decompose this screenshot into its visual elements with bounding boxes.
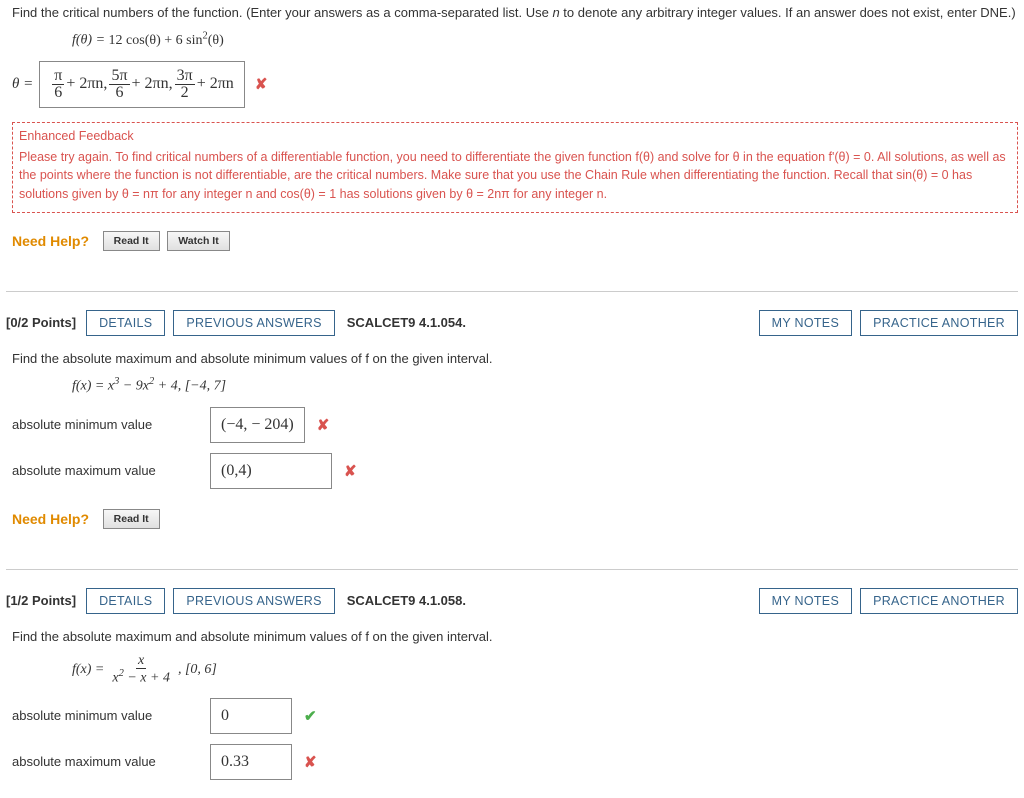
frac-num: 3π [175, 68, 195, 85]
correct-icon: ✔ [304, 707, 317, 725]
q3-prompt: Find the absolute maximum and absolute m… [12, 628, 1018, 646]
ans-seg: + 2πn, [132, 75, 173, 93]
need-help-row: Need Help? Read It [12, 503, 1018, 543]
frac-den: 6 [113, 85, 125, 101]
incorrect-icon: ✘ [344, 462, 357, 480]
need-help-label: Need Help? [12, 233, 89, 249]
q3-function: f(x) = x x2 − x + 4 , [0, 6] [72, 654, 1018, 686]
den-seg: − x + 4 [124, 671, 170, 686]
q1-function: f(θ) = 12 cos(θ) + 6 sin2(θ) [72, 30, 1018, 49]
read-it-button[interactable]: Read It [103, 231, 160, 251]
frac-den: 2 [179, 85, 191, 101]
frac: x x2 − x + 4 [110, 654, 172, 686]
need-help-label: Need Help? [12, 511, 89, 527]
frac-num: π [52, 68, 64, 85]
need-help-row: Need Help? Read It Watch It [12, 225, 1018, 265]
q2-min-input[interactable]: (−4, − 204) [210, 407, 305, 443]
fn-interval: , [0, 6] [178, 662, 217, 678]
fn-seg: f(x) = x [72, 379, 114, 394]
q1-prompt-n: n [552, 5, 559, 20]
q3-header: [1/2 Points] DETAILS PREVIOUS ANSWERS SC… [6, 570, 1018, 624]
points-label: [0/2 Points] [6, 315, 76, 330]
ans-seg: + 2πn [197, 75, 234, 93]
q1-answer-input[interactable]: π6 + 2πn, 5π6 + 2πn, 3π2 + 2πn [39, 61, 245, 108]
source-label: SCALCET9 4.1.054. [347, 315, 466, 330]
q2-min-row: absolute minimum value (−4, − 204) ✘ [12, 407, 1018, 443]
q2-max-row: absolute maximum value (0,4) ✘ [12, 453, 1018, 489]
details-button[interactable]: DETAILS [86, 588, 165, 614]
min-label: absolute minimum value [12, 708, 202, 723]
feedback-title: Enhanced Feedback [19, 127, 1011, 146]
points-label: [1/2 Points] [6, 593, 76, 608]
frac: 3π2 [175, 68, 195, 101]
q3-max-input[interactable]: 0.33 [210, 744, 292, 780]
question-2: Find the absolute maximum and absolute m… [6, 350, 1018, 551]
q1-theta-eq: θ = [12, 76, 33, 93]
my-notes-button[interactable]: MY NOTES [759, 310, 852, 336]
q1-fn-tail: (θ) [208, 33, 224, 48]
q2-function: f(x) = x3 − 9x2 + 4, [−4, 7] [72, 376, 1018, 395]
fn-seg: − 9x [119, 379, 149, 394]
q1-fn-prefix: f(θ) = [72, 33, 109, 48]
max-label: absolute maximum value [12, 463, 202, 478]
q1-fn-body: 12 cos(θ) + 6 sin2(θ) [109, 33, 224, 48]
question-1: Find the critical numbers of the functio… [6, 4, 1018, 273]
ans-seg: + 2πn, [66, 75, 107, 93]
q2-prompt: Find the absolute maximum and absolute m… [12, 350, 1018, 368]
q1-fn-rest: 12 cos(θ) + 6 sin [109, 33, 203, 48]
frac-num: 5π [109, 68, 129, 85]
q1-prompt-b: to denote any arbitrary integer values. … [560, 5, 1016, 20]
details-button[interactable]: DETAILS [86, 310, 165, 336]
q2-max-input[interactable]: (0,4) [210, 453, 332, 489]
incorrect-icon: ✘ [317, 416, 330, 434]
enhanced-feedback: Enhanced Feedback Please try again. To f… [12, 122, 1018, 213]
min-label: absolute minimum value [12, 417, 202, 432]
q1-answer-row: θ = π6 + 2πn, 5π6 + 2πn, 3π2 + 2πn ✘ [12, 61, 1018, 108]
q1-prompt: Find the critical numbers of the functio… [12, 4, 1018, 22]
read-it-button[interactable]: Read It [103, 509, 160, 529]
max-label: absolute maximum value [12, 754, 202, 769]
fn-seg: + 4, [−4, 7] [154, 379, 226, 394]
q3-max-row: absolute maximum value 0.33 ✘ [12, 744, 1018, 780]
previous-answers-button[interactable]: PREVIOUS ANSWERS [173, 310, 334, 336]
q3-min-input[interactable]: 0 [210, 698, 292, 734]
q1-prompt-a: Find the critical numbers of the functio… [12, 5, 552, 20]
frac-den: 6 [52, 85, 64, 101]
previous-answers-button[interactable]: PREVIOUS ANSWERS [173, 588, 334, 614]
frac-num: x [136, 654, 146, 669]
q2-header: [0/2 Points] DETAILS PREVIOUS ANSWERS SC… [6, 292, 1018, 346]
incorrect-icon: ✘ [304, 753, 317, 771]
frac: 5π6 [109, 68, 129, 101]
my-notes-button[interactable]: MY NOTES [759, 588, 852, 614]
source-label: SCALCET9 4.1.058. [347, 593, 466, 608]
frac-den: x2 − x + 4 [110, 669, 172, 686]
incorrect-icon: ✘ [255, 75, 268, 93]
feedback-body: Please try again. To find critical numbe… [19, 148, 1011, 204]
question-3: Find the absolute maximum and absolute m… [6, 628, 1018, 798]
frac: π6 [52, 68, 64, 101]
q3-min-row: absolute minimum value 0 ✔ [12, 698, 1018, 734]
fn-lhs: f(x) = [72, 662, 104, 678]
practice-another-button[interactable]: PRACTICE ANOTHER [860, 310, 1018, 336]
watch-it-button[interactable]: Watch It [167, 231, 229, 251]
practice-another-button[interactable]: PRACTICE ANOTHER [860, 588, 1018, 614]
